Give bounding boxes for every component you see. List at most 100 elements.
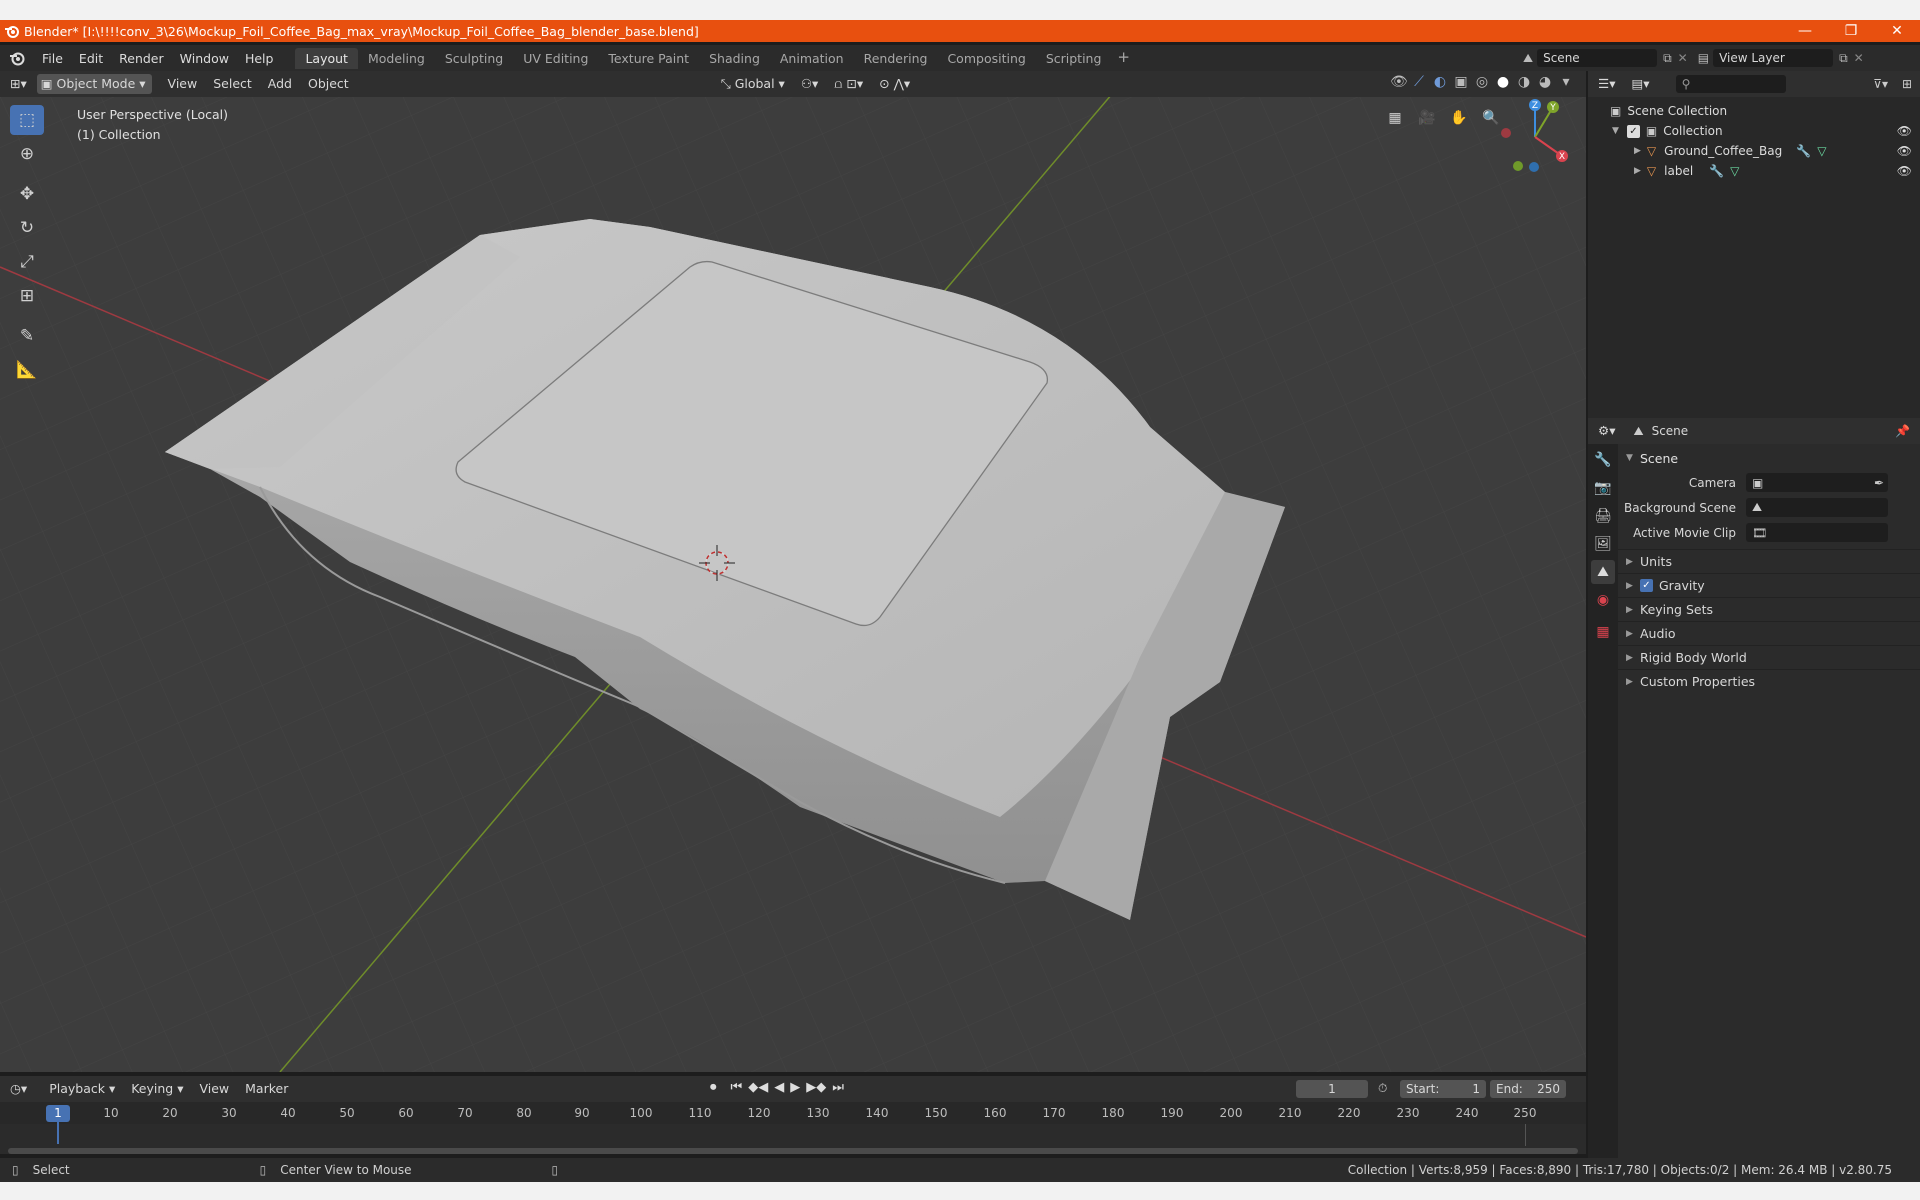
- modifier-icon[interactable]: 🔧: [1796, 144, 1811, 158]
- tab-rendering[interactable]: Rendering: [854, 48, 938, 69]
- transform-orientation-dropdown[interactable]: ⤡ Global ▾: [715, 74, 791, 94]
- menu-file[interactable]: File: [34, 51, 71, 66]
- modifier-icon[interactable]: 🔧: [1709, 164, 1724, 178]
- rotate-tool-icon[interactable]: ↻: [10, 213, 44, 243]
- scene-panel-header[interactable]: ▼ Scene: [1618, 446, 1920, 470]
- menu-render[interactable]: Render: [111, 51, 172, 66]
- navigation-gizmo[interactable]: Z Y X: [1490, 97, 1580, 177]
- current-frame-field[interactable]: 1: [1296, 1080, 1368, 1098]
- scene-tab-icon[interactable]: ⛰: [1591, 560, 1615, 584]
- filter-icon[interactable]: ⊽▾: [1873, 77, 1888, 91]
- units-panel[interactable]: ▶ Units: [1618, 549, 1920, 573]
- mesh-data-icon[interactable]: ▽: [1730, 164, 1739, 178]
- scene-icon[interactable]: ⛰: [1523, 51, 1533, 66]
- tab-uv-editing[interactable]: UV Editing: [513, 48, 598, 69]
- custom-properties-panel[interactable]: ▶ Custom Properties: [1618, 669, 1920, 693]
- editor-type-icon[interactable]: ⊞▾: [4, 74, 33, 94]
- collection-checkbox[interactable]: ✓: [1626, 124, 1640, 138]
- menu-help[interactable]: Help: [237, 51, 282, 66]
- start-frame-field[interactable]: Start: 1: [1400, 1080, 1486, 1098]
- tab-sculpting[interactable]: Sculpting: [435, 48, 513, 69]
- prev-keyframe-icon[interactable]: ◆◀: [748, 1080, 768, 1095]
- current-frame-indicator[interactable]: 1: [46, 1105, 70, 1122]
- collection-visibility-icon[interactable]: 👁: [1897, 124, 1912, 138]
- add-workspace-icon[interactable]: +: [1117, 48, 1130, 69]
- world-tab-icon[interactable]: ◉: [1591, 588, 1615, 612]
- remove-view-layer-icon[interactable]: ✕: [1854, 51, 1864, 65]
- view-layer-field[interactable]: View Layer: [1713, 49, 1834, 67]
- cursor-tool-icon[interactable]: ⊕: [10, 139, 44, 169]
- jump-end-icon[interactable]: ⏭: [832, 1080, 844, 1095]
- jump-start-icon[interactable]: ⏮: [731, 1080, 743, 1095]
- remove-scene-icon[interactable]: ✕: [1678, 51, 1688, 65]
- scale-tool-icon[interactable]: ⤢: [10, 247, 44, 277]
- gravity-checkbox[interactable]: ✓: [1640, 579, 1653, 592]
- outliner-editor-type-icon[interactable]: ☰▾: [1592, 74, 1621, 94]
- pan-view-icon[interactable]: ✋: [1446, 105, 1472, 131]
- outliner-row-ground-coffee-bag[interactable]: ▶ ▽ Ground_Coffee_Bag 🔧 ▽ 👁: [1588, 141, 1920, 161]
- annotate-tool-icon[interactable]: ✎: [10, 321, 44, 351]
- outliner-row-label[interactable]: ▶ ▽ label 🔧 ▽ 👁: [1588, 161, 1920, 181]
- timeline-ruler[interactable]: 1 10 20 30 40 50 60 70 80 90 100 110 120…: [0, 1102, 1586, 1124]
- expand-arrow-icon[interactable]: ▶: [1634, 166, 1641, 176]
- gravity-panel[interactable]: ▶ ✓ Gravity: [1618, 573, 1920, 597]
- tab-compositing[interactable]: Compositing: [937, 48, 1035, 69]
- next-keyframe-icon[interactable]: ▶◆: [806, 1080, 826, 1095]
- 3d-viewport[interactable]: User Perspective (Local) (1) Collection …: [0, 97, 1586, 1072]
- minimize-button[interactable]: —: [1782, 20, 1828, 42]
- outliner-search-field[interactable]: ⚲: [1675, 75, 1786, 93]
- move-tool-icon[interactable]: ✥: [10, 179, 44, 209]
- object-visibility-icon[interactable]: 👁: [1897, 144, 1912, 158]
- menu-edit[interactable]: Edit: [71, 51, 111, 66]
- audio-panel[interactable]: ▶ Audio: [1618, 621, 1920, 645]
- transform-tool-icon[interactable]: ⊞: [10, 281, 44, 311]
- maximize-button[interactable]: ❐: [1828, 20, 1874, 42]
- tab-texture-paint[interactable]: Texture Paint: [598, 48, 699, 69]
- timeline-scrollbar[interactable]: [8, 1148, 1578, 1154]
- view-layer-tab-icon[interactable]: 🖼: [1591, 532, 1615, 556]
- timeline-menu-marker[interactable]: Marker: [239, 1079, 294, 1099]
- background-scene-field[interactable]: ⛰: [1746, 498, 1888, 517]
- mesh-data-icon[interactable]: ▽: [1817, 144, 1826, 158]
- timeline-editor-type-icon[interactable]: ◷▾: [4, 1079, 33, 1099]
- menu-view[interactable]: View: [162, 74, 204, 94]
- proportional-edit-icon[interactable]: ⊙ ⋀▾: [873, 74, 916, 94]
- tab-scripting[interactable]: Scripting: [1036, 48, 1112, 69]
- menu-window[interactable]: Window: [172, 51, 237, 66]
- scene-name-field[interactable]: Scene: [1537, 49, 1658, 67]
- camera-field[interactable]: ▣ ✒: [1746, 473, 1888, 492]
- camera-view-icon[interactable]: 🎥: [1414, 105, 1440, 131]
- overlay-toggle-icon[interactable]: ◐: [1432, 74, 1448, 90]
- outliner-row-scene-collection[interactable]: ▣ Scene Collection: [1588, 101, 1920, 121]
- close-button[interactable]: ✕: [1874, 20, 1920, 42]
- preview-range-icon[interactable]: ⏱: [1378, 1081, 1387, 1096]
- shading-options-icon[interactable]: ▾: [1558, 74, 1574, 90]
- play-icon[interactable]: ▶: [790, 1080, 800, 1095]
- toggle-perspective-icon[interactable]: ▦: [1382, 105, 1408, 131]
- eyedropper-icon[interactable]: ✒: [1874, 476, 1884, 490]
- expand-arrow-icon[interactable]: ▶: [1634, 146, 1641, 156]
- blender-menu-icon[interactable]: [8, 49, 26, 67]
- mode-dropdown[interactable]: ▣ Object Mode ▾: [36, 74, 152, 94]
- rigid-body-world-panel[interactable]: ▶ Rigid Body World: [1618, 645, 1920, 669]
- active-movie-clip-field[interactable]: 🎞: [1746, 523, 1888, 542]
- menu-add[interactable]: Add: [262, 74, 298, 94]
- select-box-tool-icon[interactable]: ⬚: [10, 105, 44, 135]
- display-mode-icon[interactable]: ▤▾: [1625, 74, 1655, 94]
- record-icon[interactable]: ⏺: [710, 1080, 717, 1095]
- tab-animation[interactable]: Animation: [770, 48, 854, 69]
- xray-toggle-icon[interactable]: ▣: [1453, 74, 1469, 90]
- gizmo-toggle-icon[interactable]: ⟋: [1411, 74, 1427, 90]
- end-frame-field[interactable]: End: 250: [1490, 1080, 1566, 1098]
- playback-dropdown[interactable]: Playback ▾: [43, 1079, 121, 1099]
- outliner-row-collection[interactable]: ▼ ✓ ▣ Collection 👁: [1588, 121, 1920, 141]
- tab-layout[interactable]: Layout: [295, 47, 358, 69]
- new-scene-icon[interactable]: ⧉: [1663, 51, 1672, 66]
- view-layer-icon[interactable]: ▤: [1698, 51, 1709, 65]
- pin-icon[interactable]: 📌: [1895, 424, 1910, 438]
- texture-tab-icon[interactable]: ▦: [1591, 620, 1615, 644]
- tab-modeling[interactable]: Modeling: [358, 48, 435, 69]
- wireframe-shading-icon[interactable]: ◎: [1474, 74, 1490, 90]
- new-collection-icon[interactable]: ⊞: [1902, 77, 1912, 91]
- timeline-menu-view[interactable]: View: [193, 1079, 235, 1099]
